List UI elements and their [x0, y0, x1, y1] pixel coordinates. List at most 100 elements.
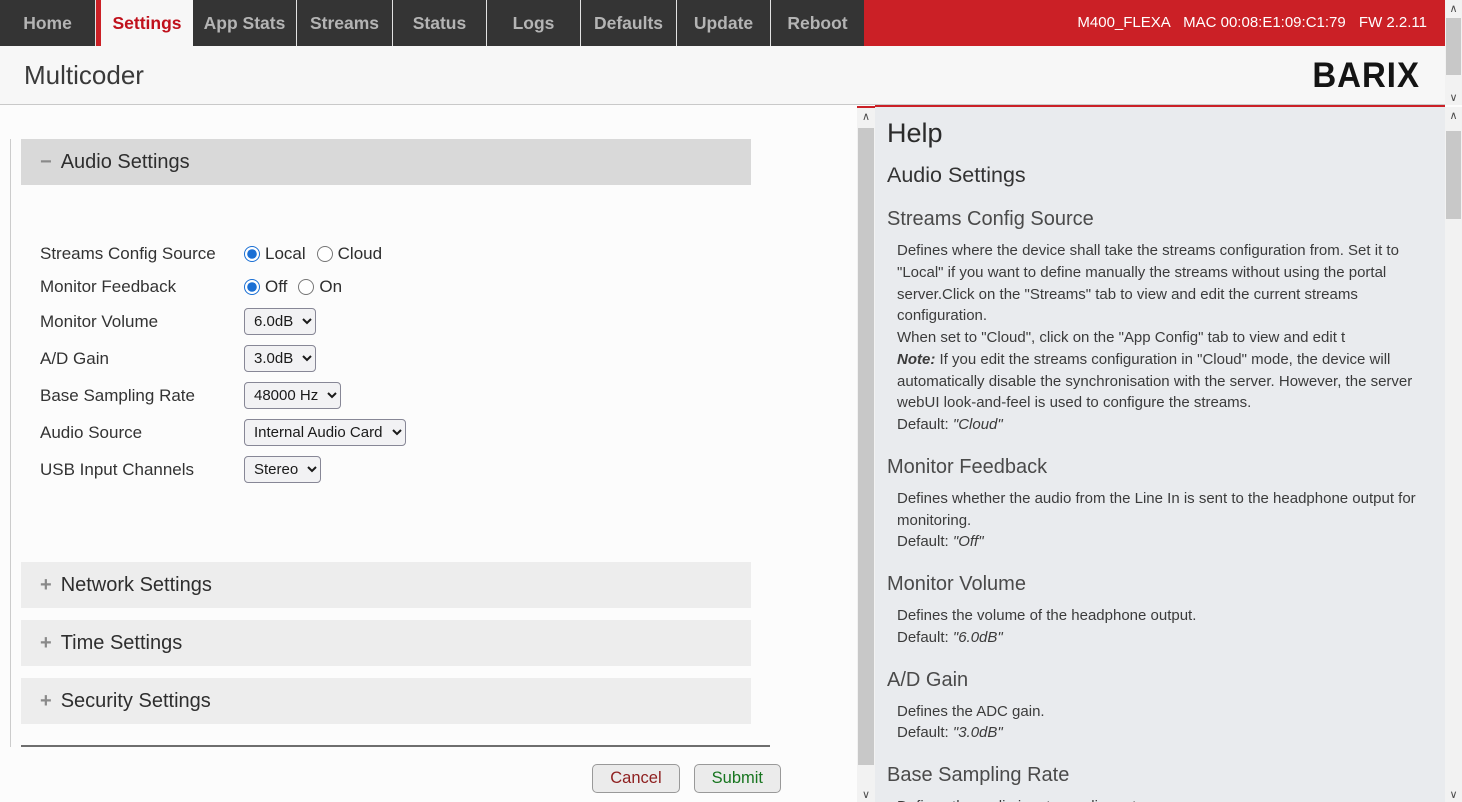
help-panel: Help Audio Settings Streams Config Sourc… [875, 105, 1445, 802]
help-paragraph: Defines where the device shall take the … [897, 240, 1431, 327]
help-paragraph: Defines the audio input sampling rate [897, 796, 1431, 802]
security-settings-title: Security Settings [61, 690, 211, 713]
radio-option-off[interactable]: Off [244, 277, 287, 297]
scrollbar-up-icon[interactable]: ∧ [857, 108, 875, 124]
time-settings-title: Time Settings [61, 632, 183, 655]
audio-settings-fields: Streams Config Source Local Cloud Monito… [21, 237, 770, 488]
note-text: If you edit the streams configuration in… [897, 351, 1412, 412]
radio-cloud[interactable] [317, 246, 333, 262]
tab-defaults[interactable]: Defaults [581, 0, 677, 46]
default-label: Default: [897, 629, 953, 646]
field-base-sampling-rate: Base Sampling Rate 48000 Hz [40, 377, 770, 414]
field-label: USB Input Channels [40, 460, 244, 480]
help-section-title: Audio Settings [887, 163, 1431, 188]
default-label: Default: [897, 416, 953, 433]
default-value: "Cloud" [953, 416, 1003, 433]
scrollbar-down-icon[interactable]: ∨ [1445, 786, 1462, 802]
expand-plus-icon: + [40, 690, 52, 713]
form-divider [21, 745, 770, 747]
scrollbar-down-icon[interactable]: ∨ [1445, 89, 1462, 105]
audio-settings-header[interactable]: − Audio Settings [21, 139, 751, 185]
device-mac: MAC 00:08:E1:09:C1:79 [1183, 14, 1346, 31]
scrollbar-thumb[interactable] [858, 128, 874, 765]
page-header: Multicoder BARIX [0, 46, 1445, 104]
tab-logs[interactable]: Logs [487, 0, 581, 46]
help-topic-ad-gain: A/D Gain [887, 669, 1431, 692]
help-default: Default: "Off" [897, 531, 1431, 553]
tab-update[interactable]: Update [677, 0, 771, 46]
field-ad-gain: A/D Gain 3.0dB [40, 340, 770, 377]
security-settings-header[interactable]: + Security Settings [21, 678, 751, 724]
scrollbar-up-icon[interactable]: ∧ [1445, 107, 1462, 123]
help-topic-monitor-feedback: Monitor Feedback [887, 456, 1431, 479]
usb-input-channels-select[interactable]: Stereo [244, 456, 321, 483]
time-settings-header[interactable]: + Time Settings [21, 620, 751, 666]
page-title: Multicoder [24, 60, 144, 91]
top-frame: Home Settings App Stats Streams Status L… [0, 0, 1462, 105]
default-value: "6.0dB" [953, 629, 1003, 646]
radio-label: Local [265, 244, 306, 264]
field-usb-input-channels: USB Input Channels Stereo [40, 451, 770, 488]
help-paragraph: Note: If you edit the streams configurat… [897, 349, 1431, 414]
radio-off[interactable] [244, 279, 260, 295]
device-firmware: FW 2.2.11 [1359, 14, 1427, 31]
radio-option-on[interactable]: On [298, 277, 342, 297]
scrollbar-track[interactable] [857, 124, 875, 786]
scrollbar-thumb[interactable] [1446, 131, 1461, 219]
base-sampling-rate-select[interactable]: 48000 Hz [244, 382, 341, 409]
note-label: Note: [897, 351, 935, 368]
monitor-volume-select[interactable]: 6.0dB [244, 308, 316, 335]
scrollbar-down-icon[interactable]: ∨ [857, 786, 875, 802]
radio-option-local[interactable]: Local [244, 244, 306, 264]
submit-button[interactable]: Submit [694, 764, 781, 793]
form-actions: Cancel Submit [10, 764, 781, 793]
scrollbar-track[interactable] [1445, 16, 1462, 89]
help-topic-body: Defines the volume of the headphone outp… [897, 605, 1431, 649]
settings-frame: − Audio Settings Streams Config Source L… [0, 106, 857, 802]
device-info-bar: M400_FLEXA MAC 00:08:E1:09:C1:79 FW 2.2.… [864, 0, 1445, 46]
help-paragraph: When set to "Cloud", click on the "App C… [897, 327, 1431, 349]
main-navigation: Home Settings App Stats Streams Status L… [0, 0, 1445, 46]
default-value: "3.0dB" [953, 724, 1003, 741]
radio-option-cloud[interactable]: Cloud [317, 244, 382, 264]
default-value: "Off" [953, 533, 984, 550]
top-frame-scrollbar[interactable]: ∧ ∨ [1445, 0, 1462, 105]
help-default: Default: "3.0dB" [897, 722, 1431, 744]
tab-reboot[interactable]: Reboot [771, 0, 864, 46]
help-topic-body: Defines the audio input sampling rate [897, 796, 1431, 802]
field-label: A/D Gain [40, 349, 244, 369]
field-label: Audio Source [40, 423, 244, 443]
help-panel-scrollbar[interactable]: ∧ ∨ [1445, 107, 1462, 802]
collapse-minus-icon: − [40, 151, 52, 174]
default-label: Default: [897, 533, 953, 550]
cancel-button[interactable]: Cancel [592, 764, 679, 793]
settings-frame-scrollbar[interactable]: ∧ ∨ [857, 106, 875, 802]
scrollbar-track[interactable] [1445, 123, 1462, 786]
scrollbar-up-icon[interactable]: ∧ [1445, 0, 1462, 16]
help-default: Default: "6.0dB" [897, 627, 1431, 649]
expand-plus-icon: + [40, 574, 52, 597]
tab-settings[interactable]: Settings [96, 0, 193, 46]
tab-status[interactable]: Status [393, 0, 487, 46]
network-settings-header[interactable]: + Network Settings [21, 562, 751, 608]
audio-source-select[interactable]: Internal Audio Card [244, 419, 406, 446]
radio-label: On [319, 277, 342, 297]
field-label: Base Sampling Rate [40, 386, 244, 406]
tab-app-stats[interactable]: App Stats [193, 0, 297, 46]
field-monitor-feedback: Monitor Feedback Off On [40, 270, 770, 303]
field-label: Streams Config Source [40, 244, 244, 264]
field-label: Monitor Volume [40, 312, 244, 332]
tab-streams[interactable]: Streams [297, 0, 393, 46]
radio-on[interactable] [298, 279, 314, 295]
ad-gain-select[interactable]: 3.0dB [244, 345, 316, 372]
settings-form: − Audio Settings Streams Config Source L… [10, 139, 770, 747]
scrollbar-thumb[interactable] [1446, 18, 1461, 75]
tab-home[interactable]: Home [0, 0, 96, 46]
help-paragraph: Defines the volume of the headphone outp… [897, 605, 1431, 627]
expand-plus-icon: + [40, 632, 52, 655]
help-topic-monitor-volume: Monitor Volume [887, 573, 1431, 596]
radio-local[interactable] [244, 246, 260, 262]
help-topic-body: Defines whether the audio from the Line … [897, 488, 1431, 553]
device-model: M400_FLEXA [1077, 14, 1170, 31]
field-audio-source: Audio Source Internal Audio Card [40, 414, 770, 451]
